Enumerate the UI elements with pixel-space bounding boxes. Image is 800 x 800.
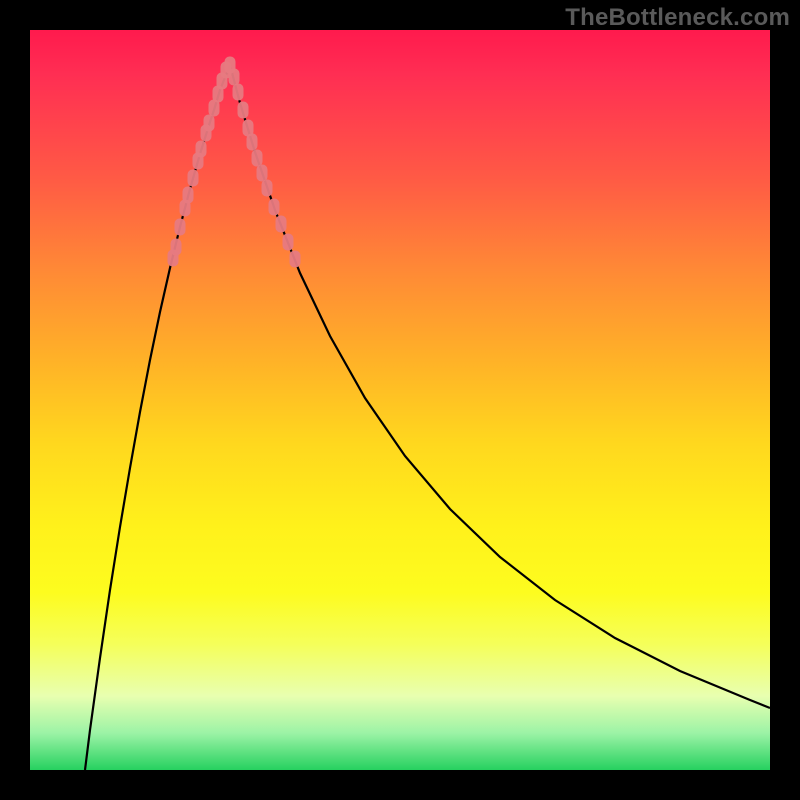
watermark-text: TheBottleneck.com [565,4,790,32]
data-marker [283,234,294,251]
data-marker [252,150,263,167]
data-marker [247,134,258,151]
data-marker [183,187,194,204]
curve-group [85,65,770,770]
data-marker [188,170,199,187]
data-marker [276,216,287,233]
data-marker [171,239,182,256]
data-marker [238,102,249,119]
data-marker [233,84,244,101]
data-marker [229,69,240,86]
data-marker [262,180,273,197]
chart-frame [30,30,770,770]
data-marker [257,165,268,182]
data-marker [204,115,215,132]
marker-group [168,57,301,268]
data-marker [269,199,280,216]
data-marker [196,141,207,158]
curve-right-curve [230,65,770,708]
chart-svg [30,30,770,770]
curve-left-curve [85,65,230,770]
data-marker [290,251,301,268]
data-marker [175,219,186,236]
